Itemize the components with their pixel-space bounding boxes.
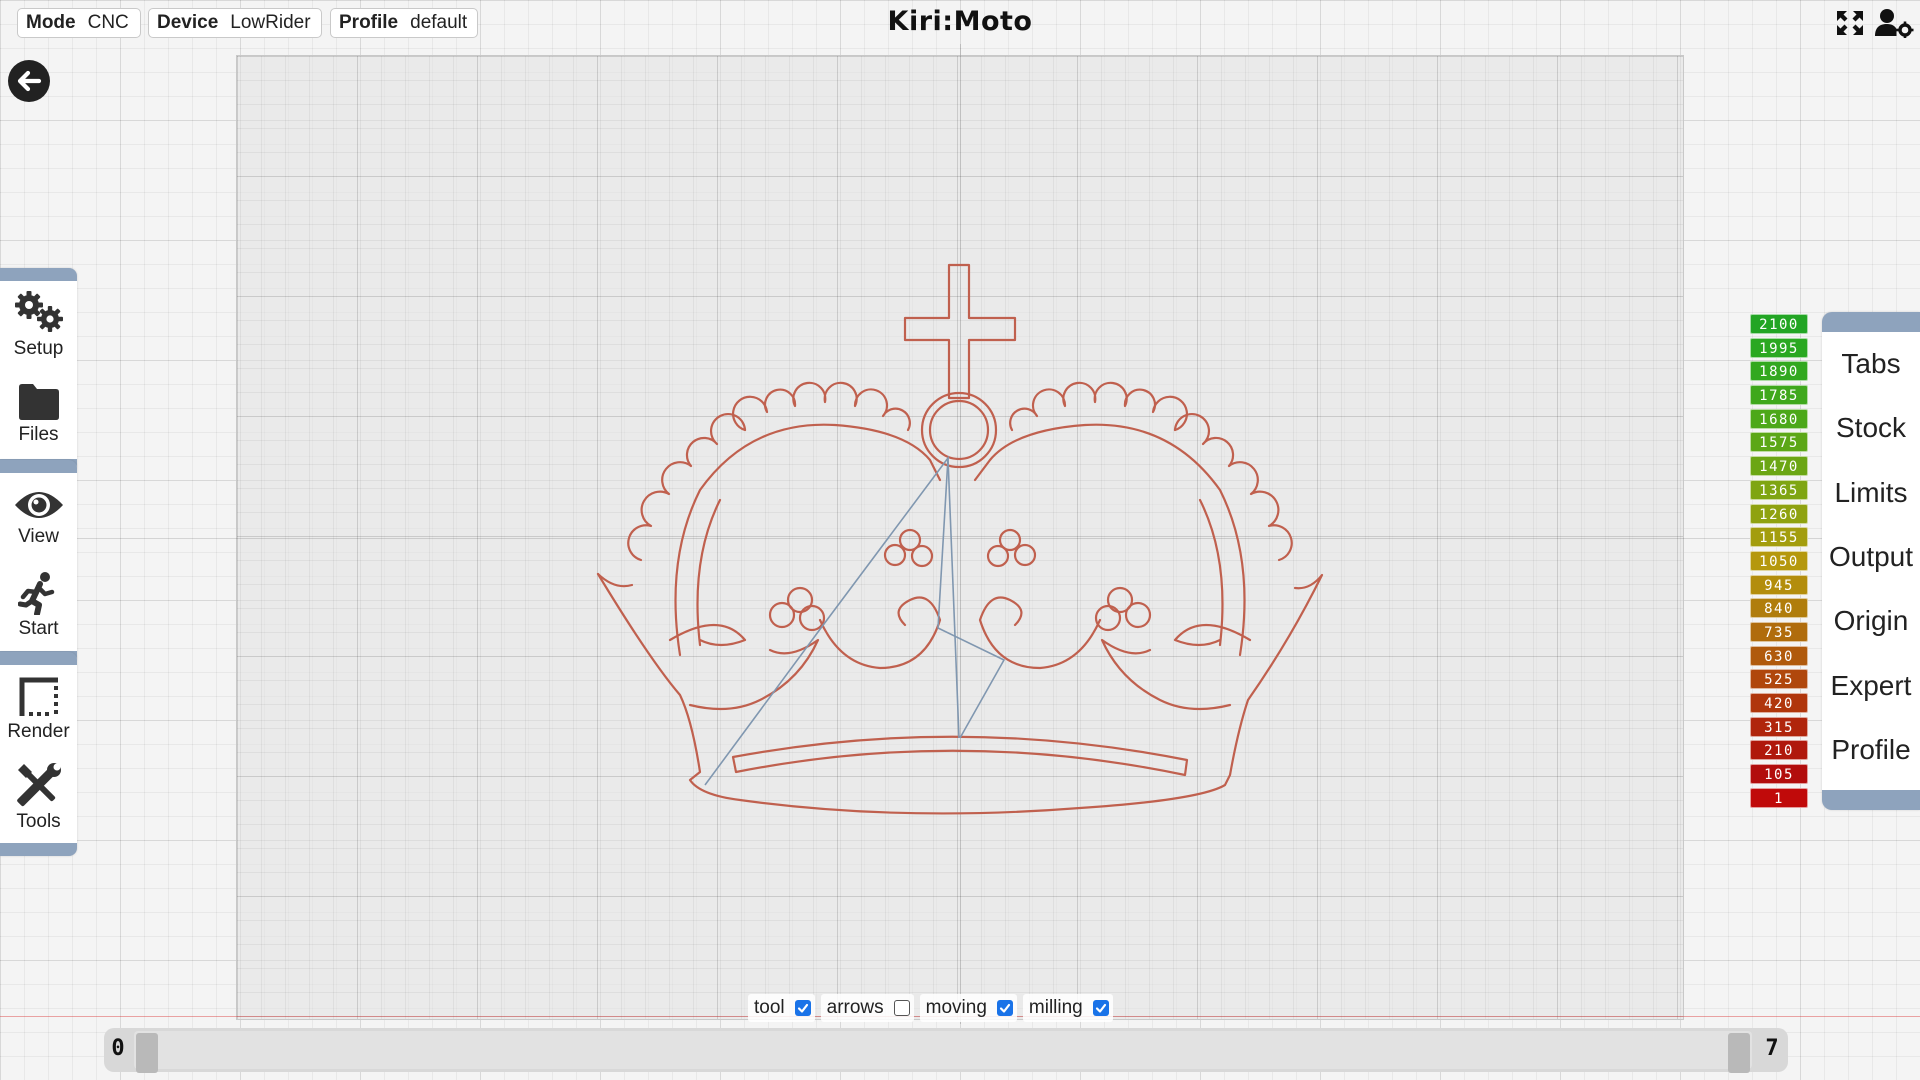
checkmark-icon [999,1003,1011,1013]
left-menu-group-2: View Start [0,460,77,664]
gears-icon [14,290,63,332]
right-menu: Tabs Stock Limits Output Origin Expert Profile [1822,312,1920,810]
layer-chip: 315 [1750,716,1808,737]
right-menu-stock-button[interactable]: Stock [1822,396,1920,460]
layer-chip: 1365 [1750,479,1808,500]
layer-chip: 210 [1750,740,1808,761]
user-settings-icon[interactable] [1874,8,1914,38]
slider-handle-end[interactable] [1728,1033,1750,1073]
start-button[interactable]: Start [0,561,77,649]
toggle-label: moving [925,997,987,1018]
right-menu-tabs-button[interactable]: Tabs [1822,332,1920,396]
toggle-arrows: arrows [820,994,914,1022]
layer-chip: 840 [1750,598,1808,619]
render-icon [19,677,58,716]
render-label: Render [7,720,70,742]
toggle-label: milling [1028,997,1083,1018]
toggle-moving: moving [919,994,1017,1022]
checkbox-arrows[interactable] [893,1000,910,1016]
start-label: Start [18,617,59,639]
layer-chip: 1 [1750,787,1808,808]
tools-icon [16,762,61,806]
layer-chip: 1680 [1750,408,1808,429]
layer-chip: 1575 [1750,432,1808,453]
app-title: Kiri:Moto [887,6,1033,37]
layer-chip: 1890 [1750,361,1808,382]
right-menu-limits-button[interactable]: Limits [1822,461,1920,525]
right-menu-output-button[interactable]: Output [1822,525,1920,589]
layer-chip: 1470 [1750,456,1808,477]
tools-label: Tools [16,810,61,832]
layer-chip: 1155 [1750,527,1808,548]
layer-chip: 1260 [1750,503,1808,524]
view-button[interactable]: View [0,473,77,561]
left-menu-group-3: Render Tools [0,652,77,856]
layer-chip: 105 [1750,764,1808,785]
layer-chip: 945 [1750,574,1808,595]
checkmark-icon [1095,1003,1106,1013]
right-menu-profile-button[interactable]: Profile [1822,718,1920,782]
toggle-label: tool [754,997,785,1018]
left-menu-group-1: Setup Files [0,268,77,472]
fullscreen-icon[interactable] [1834,8,1866,38]
layer-chip: 1050 [1750,550,1808,571]
layer-chip: 2100 [1750,314,1808,334]
slider-min-label: 0 [111,1036,125,1061]
layer-legend: 2100 1995 1890 1785 1680 1575 1470 1365 1260 1155… [1750,314,1808,811]
layer-chip: 525 [1750,669,1808,690]
checkbox-moving[interactable] [996,1000,1013,1016]
toggle-label: arrows [826,997,884,1018]
checkbox-milling[interactable] [1092,1000,1109,1016]
layer-chip: 1995 [1750,337,1808,358]
checkmark-icon [797,1003,808,1013]
toggle-milling: milling [1022,994,1113,1022]
running-person-icon [17,571,54,615]
top-bar: Mode CNC Device LowRider Profile default… [0,0,1920,44]
view-toggles: tool arrows moving milling [748,993,1119,1023]
back-arrow-icon[interactable] [6,58,52,104]
setup-button[interactable]: Setup [0,281,77,369]
layer-slider: 0 7 [104,1028,1788,1073]
setup-label: Setup [13,337,64,359]
slider-handle-start[interactable] [136,1033,158,1073]
files-button[interactable]: Files [0,369,77,457]
folder-icon [18,383,59,420]
files-label: Files [18,423,59,445]
y-axis-line [960,44,961,1024]
eye-icon [14,491,63,518]
layer-chip: 630 [1750,645,1808,666]
layer-chip: 735 [1750,621,1808,642]
slider-max-label: 7 [1765,1036,1779,1061]
right-menu-expert-button[interactable]: Expert [1822,653,1920,717]
layer-chip: 1785 [1750,385,1808,406]
toggle-tool: tool [748,994,815,1022]
render-button[interactable]: Render [0,665,77,753]
layer-chip: 420 [1750,693,1808,713]
slider-track[interactable] [134,1031,1752,1073]
view-label: View [18,525,59,547]
tools-button[interactable]: Tools [0,753,77,841]
checkbox-tool[interactable] [794,1000,811,1016]
right-menu-origin-button[interactable]: Origin [1822,589,1920,653]
